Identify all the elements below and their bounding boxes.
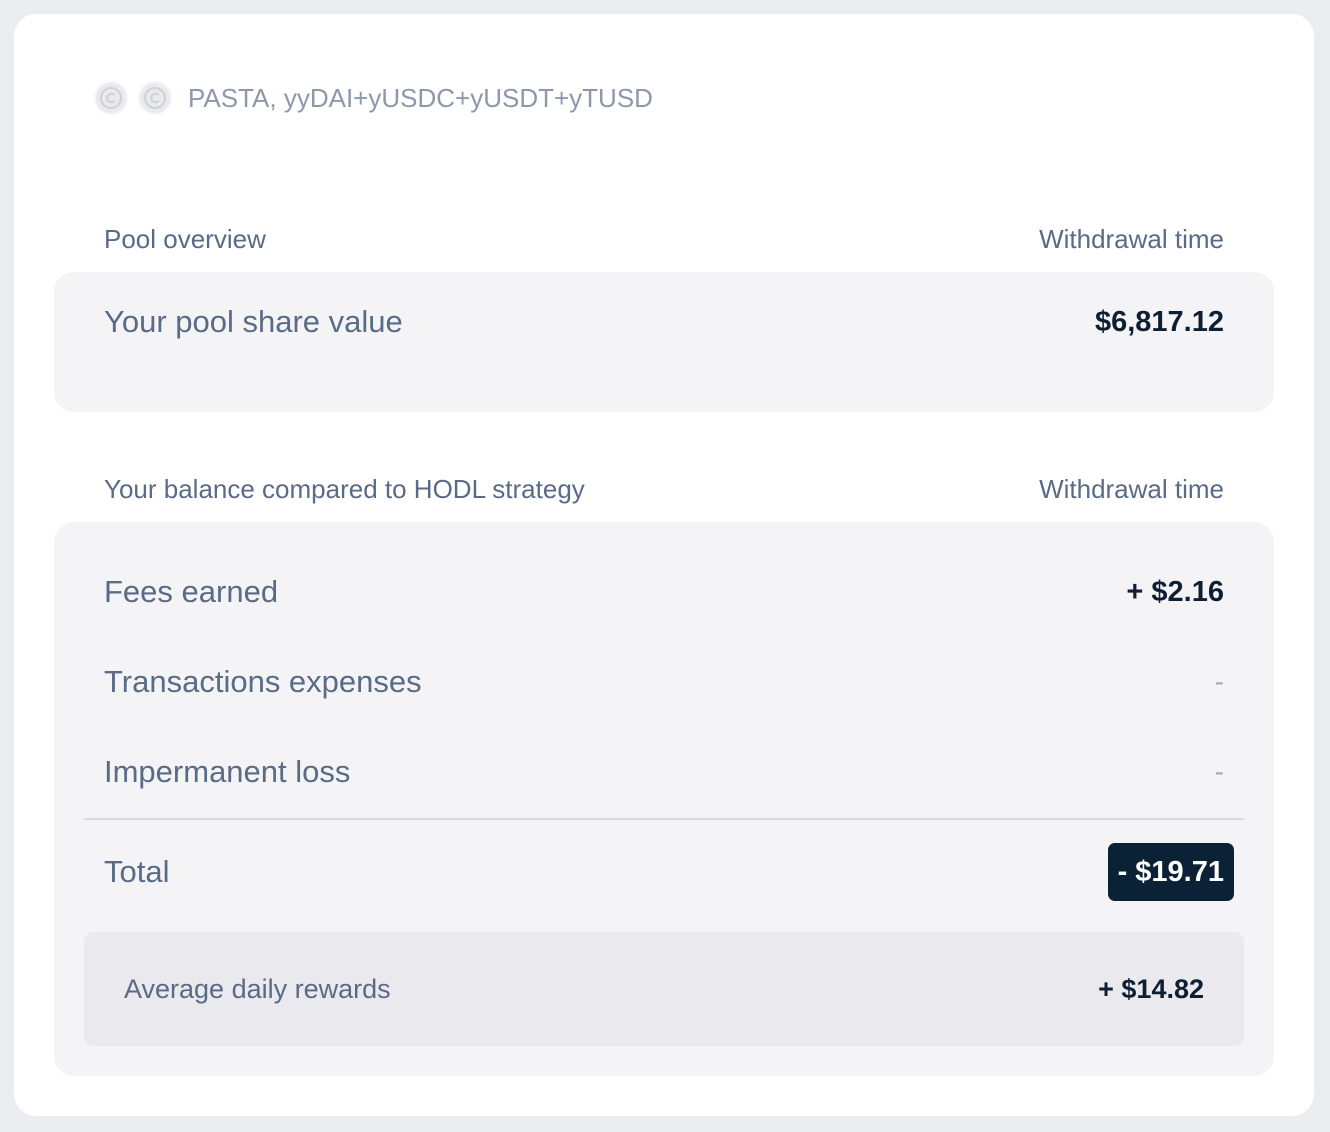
- fees-value: + $2.16: [1126, 575, 1224, 608]
- fees-label: Fees earned: [104, 574, 279, 609]
- pool-share-label: Your pool share value: [104, 304, 403, 339]
- pool-overview-title: Pool overview: [104, 224, 266, 254]
- pool-share-panel: Your pool share value $6,817.12: [54, 272, 1274, 412]
- hodl-panel: Fees earned + $2.16 Transactions expense…: [54, 522, 1274, 1076]
- total-label: Total: [104, 854, 170, 889]
- copyright-icon: [94, 81, 128, 115]
- tx-expenses-value: -: [1214, 666, 1224, 697]
- token-icons: [94, 81, 172, 115]
- hodl-title: Your balance compared to HODL strategy: [104, 474, 585, 504]
- total-value-badge: - $19.71: [1107, 843, 1234, 901]
- divider: [84, 818, 1244, 820]
- pool-share-row: Your pool share value $6,817.12: [104, 302, 1224, 342]
- tx-expenses-label: Transactions expenses: [104, 664, 422, 699]
- impermanent-loss-row: Impermanent loss -: [104, 752, 1224, 792]
- daily-rewards-row: Average daily rewards + $14.82: [124, 932, 1204, 1046]
- total-row: Total - $19.71: [104, 842, 1234, 902]
- pool-card: PASTA, yyDAI+yUSDC+yUSDT+yTUSD Pool over…: [14, 14, 1314, 1116]
- impermanent-loss-label: Impermanent loss: [104, 754, 351, 789]
- copyright-icon: [138, 81, 172, 115]
- hodl-header: Your balance compared to HODL strategy W…: [104, 474, 1224, 505]
- daily-rewards-box: Average daily rewards + $14.82: [84, 932, 1244, 1046]
- withdrawal-time-label: Withdrawal time: [1039, 474, 1224, 504]
- daily-rewards-label: Average daily rewards: [124, 973, 391, 1004]
- impermanent-loss-value: -: [1214, 756, 1224, 787]
- pool-share-value: $6,817.12: [1094, 305, 1224, 338]
- tx-expenses-row: Transactions expenses -: [104, 662, 1224, 702]
- pool-header: PASTA, yyDAI+yUSDC+yUSDT+yTUSD: [94, 80, 653, 116]
- fees-row: Fees earned + $2.16: [104, 572, 1224, 612]
- daily-rewards-value: + $14.82: [1098, 973, 1204, 1004]
- pool-overview-header: Pool overview Withdrawal time: [104, 224, 1224, 255]
- pool-name: PASTA, yyDAI+yUSDC+yUSDT+yTUSD: [188, 82, 653, 113]
- withdrawal-time-label: Withdrawal time: [1039, 224, 1224, 254]
